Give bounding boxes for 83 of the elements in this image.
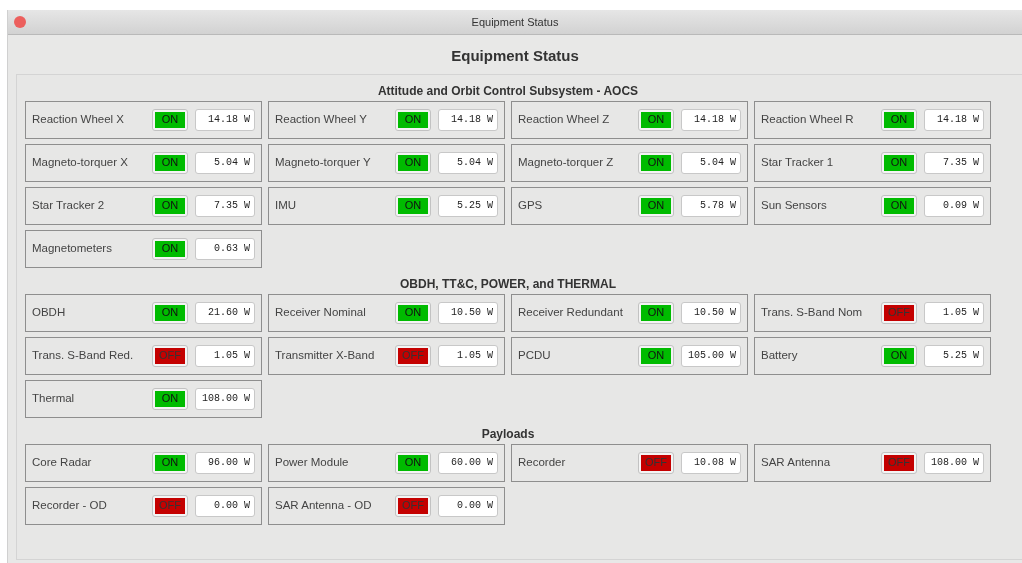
window-title: Equipment Status (471, 14, 559, 30)
power-toggle[interactable]: ON (638, 301, 674, 324)
equipment-label: Reaction Wheel R (761, 111, 855, 127)
power-toggle[interactable]: ON (395, 151, 431, 174)
power-field[interactable]: 10.50 W (681, 301, 741, 324)
equipment-label: Magnetometers (32, 240, 113, 256)
equipment-label: Power Module (275, 454, 350, 470)
power-field[interactable]: 0.00 W (438, 494, 498, 517)
power-field[interactable]: 5.25 W (924, 344, 984, 367)
power-toggle[interactable]: ON (152, 301, 188, 324)
equipment-label: Trans. S-Band Nom (761, 304, 864, 320)
equipment-label: Thermal (32, 390, 76, 406)
power-toggle[interactable]: ON (881, 151, 917, 174)
close-button[interactable] (14, 16, 26, 28)
power-toggle[interactable]: ON (881, 108, 917, 131)
power-field[interactable]: 0.00 W (195, 494, 255, 517)
power-field[interactable]: 108.00 W (924, 451, 984, 474)
equipment-label: Battery (761, 347, 799, 363)
power-field[interactable]: 10.08 W (681, 451, 741, 474)
power-toggle[interactable]: ON (152, 194, 188, 217)
equipment-label: Receiver Nominal (275, 304, 367, 320)
power-field[interactable]: 5.78 W (681, 194, 741, 217)
equipment-label: Reaction Wheel Y (275, 111, 368, 127)
power-toggle[interactable]: ON (638, 194, 674, 217)
power-toggle[interactable]: ON (638, 151, 674, 174)
page-heading: Equipment Status (451, 46, 579, 66)
power-toggle[interactable]: ON (395, 451, 431, 474)
power-toggle[interactable]: ON (881, 194, 917, 217)
power-field[interactable]: 7.35 W (924, 151, 984, 174)
equipment-label: Star Tracker 1 (761, 154, 835, 170)
equipment-label: Reaction Wheel Z (518, 111, 611, 127)
power-field[interactable]: 108.00 W (195, 387, 255, 410)
power-field[interactable]: 5.04 W (681, 151, 741, 174)
power-field[interactable]: 21.60 W (195, 301, 255, 324)
power-field[interactable]: 1.05 W (438, 344, 498, 367)
section-title: OBDH, TT&C, POWER, and THERMAL (400, 275, 616, 293)
power-field[interactable]: 14.18 W (438, 108, 498, 131)
equipment-label: Magneto-torquer X (32, 154, 129, 170)
power-field[interactable]: 14.18 W (681, 108, 741, 131)
section-title: Payloads (481, 425, 535, 443)
equipment-label: Magneto-torquer Y (275, 154, 372, 170)
power-toggle[interactable]: ON (152, 451, 188, 474)
power-field[interactable]: 105.00 W (681, 344, 741, 367)
equipment-label: OBDH (32, 304, 67, 320)
equipment-label: GPS (518, 197, 544, 213)
equipment-label: Core Radar (32, 454, 93, 470)
power-field[interactable]: 1.05 W (195, 344, 255, 367)
power-field[interactable]: 5.25 W (438, 194, 498, 217)
power-toggle[interactable]: ON (881, 344, 917, 367)
equipment-label: SAR Antenna (761, 454, 832, 470)
equipment-label: Trans. S-Band Red. (32, 347, 135, 363)
power-toggle[interactable]: ON (395, 194, 431, 217)
equipment-label: Recorder (518, 454, 567, 470)
power-toggle[interactable]: ON (395, 301, 431, 324)
equipment-label: Receiver Redundant (518, 304, 624, 320)
power-toggle[interactable]: ON (152, 387, 188, 410)
power-field[interactable]: 1.05 W (924, 301, 984, 324)
power-toggle[interactable]: ON (638, 344, 674, 367)
power-toggle[interactable]: ON (152, 237, 188, 260)
equipment-label: IMU (275, 197, 298, 213)
power-field[interactable]: 60.00 W (438, 451, 498, 474)
equipment-label: SAR Antenna - OD (275, 497, 373, 513)
power-field[interactable]: 14.18 W (195, 108, 255, 131)
power-field[interactable]: 96.00 W (195, 451, 255, 474)
power-field[interactable]: 0.09 W (924, 194, 984, 217)
power-field[interactable]: 7.35 W (195, 194, 255, 217)
equipment-label: Star Tracker 2 (32, 197, 106, 213)
power-field[interactable]: 5.04 W (438, 151, 498, 174)
power-toggle[interactable]: ON (152, 151, 188, 174)
equipment-label: PCDU (518, 347, 552, 363)
power-toggle[interactable]: ON (152, 108, 188, 131)
equipment-label: Recorder - OD (32, 497, 108, 513)
power-toggle[interactable]: ON (638, 108, 674, 131)
power-field[interactable]: 14.18 W (924, 108, 984, 131)
power-toggle[interactable]: ON (395, 108, 431, 131)
power-field[interactable]: 5.04 W (195, 151, 255, 174)
power-field[interactable]: 0.63 W (195, 237, 255, 260)
equipment-label: Magneto-torquer Z (518, 154, 615, 170)
section-title: Attitude and Orbit Control Subsystem - AOCS (377, 82, 639, 100)
equipment-label: Sun Sensors (761, 197, 828, 213)
equipment-label: Transmitter X-Band (275, 347, 376, 363)
equipment-label: Reaction Wheel X (32, 111, 126, 127)
power-field[interactable]: 10.50 W (438, 301, 498, 324)
